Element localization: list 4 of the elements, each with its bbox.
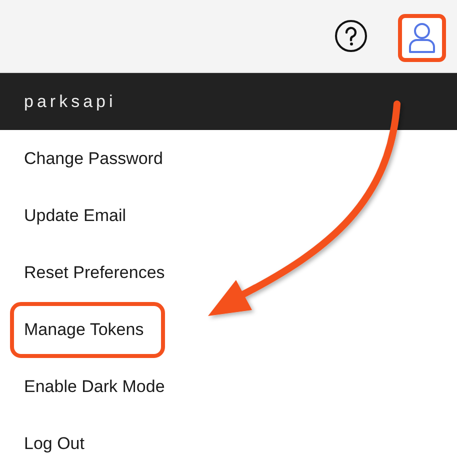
user-icon <box>407 22 437 54</box>
user-button[interactable] <box>398 14 446 62</box>
username: parksapi <box>24 92 116 112</box>
help-button[interactable] <box>334 19 368 53</box>
